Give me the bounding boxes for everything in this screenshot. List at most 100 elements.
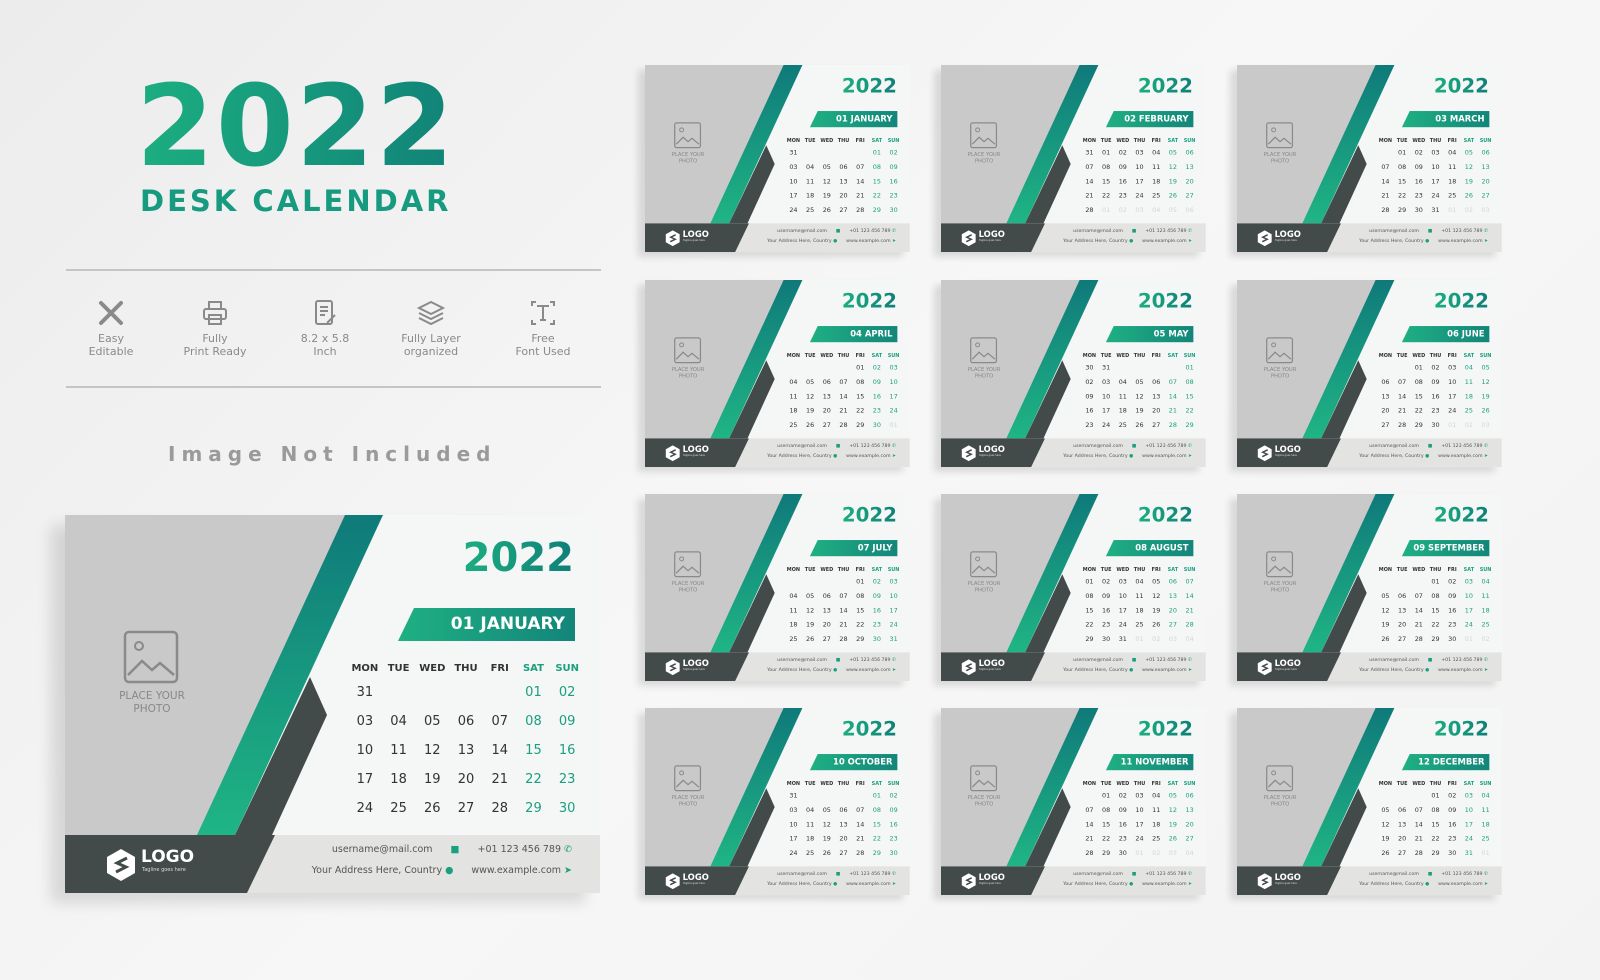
day-cell: 08 bbox=[856, 378, 865, 386]
day-cell: 02 bbox=[889, 149, 898, 157]
weekday-label: TUE bbox=[1396, 781, 1408, 787]
month-grid: MON TUE WED THU FRI SAT SUN 01 02 03 04 05 06 07 08 09 1… bbox=[1377, 779, 1494, 861]
week-row: 23 24 25 26 27 28 29 bbox=[1081, 418, 1198, 432]
week-row: 24 25 26 27 28 29 30 bbox=[785, 203, 902, 217]
logo-tagline: Tagline goes here bbox=[979, 668, 1001, 672]
weekday-label: TUE bbox=[1396, 567, 1408, 573]
month-grid: MON TUE WED THU FRI SAT SUN 01 02 03 04 05 06 07 08 09 1… bbox=[1377, 136, 1494, 218]
contact-row-1: username@mail.com ■ +01 123 456 789✆ bbox=[1064, 443, 1192, 448]
calendar-year: 2022 bbox=[1433, 74, 1489, 98]
week-row: 25 26 27 28 29 30 01 bbox=[785, 418, 902, 432]
day-cell: 14 bbox=[1185, 592, 1194, 600]
day-cell: 26 bbox=[806, 421, 815, 429]
weekday-label: FRI bbox=[1447, 781, 1457, 787]
contact-row-2: Your Address Here, Country● www.example.c… bbox=[758, 238, 896, 243]
logo-tagline: Tagline goes here bbox=[979, 882, 1001, 886]
day-cell: 16 bbox=[1118, 177, 1127, 186]
weekday-label: THU bbox=[454, 662, 478, 674]
day-cell: 27 bbox=[1185, 192, 1194, 200]
day-cell: 08 bbox=[856, 592, 865, 600]
day-cell: 05 bbox=[1168, 149, 1177, 157]
day-cell: 02 bbox=[872, 578, 881, 586]
day-cell: 21 bbox=[1414, 835, 1423, 843]
day-cell: 10 bbox=[1135, 806, 1144, 814]
phone-text: +01 123 456 789 bbox=[849, 656, 891, 663]
day-cell: 25 bbox=[806, 849, 815, 857]
weekday-label: WED bbox=[820, 138, 834, 144]
month-grid: MON TUE WED THU FRI SAT SUN 01 02 03 04 05 06 07 08 09 1… bbox=[1081, 779, 1198, 861]
email-text: username@mail.com bbox=[1073, 442, 1123, 449]
calendar-year: 2022 bbox=[1137, 74, 1193, 98]
day-cell: 31 bbox=[789, 792, 798, 800]
weekday-label: MON bbox=[1082, 567, 1097, 573]
day-cell: 06 bbox=[1381, 378, 1390, 386]
week-row: 01 02 03 bbox=[785, 575, 902, 589]
day-cell: 06 bbox=[457, 714, 475, 729]
weekday-label: SAT bbox=[1463, 353, 1475, 359]
weekday-label: SUN bbox=[887, 353, 900, 359]
day-cell: 29 bbox=[856, 635, 865, 643]
week-row: 21 22 23 24 25 26 27 bbox=[1081, 832, 1198, 846]
calendar-year: 2022 bbox=[1433, 289, 1489, 313]
calendar-year: 2022 bbox=[841, 717, 897, 741]
day-cell: 12 bbox=[822, 177, 831, 186]
day-cell: 12 bbox=[424, 743, 441, 758]
weekday-label: TUE bbox=[1396, 138, 1408, 144]
feature-label: Editable bbox=[88, 345, 134, 358]
day-cell: 15 bbox=[856, 392, 865, 401]
day-cell: 17 bbox=[1135, 820, 1144, 829]
day-cell: 07 bbox=[856, 163, 865, 171]
email-icon: ■ bbox=[1131, 656, 1137, 663]
website-text: www.example.com bbox=[1142, 238, 1187, 244]
week-row: 03 04 05 06 07 08 09 bbox=[348, 707, 584, 736]
weekday-label: WED bbox=[1412, 567, 1426, 573]
send-icon: ➤ bbox=[1188, 453, 1192, 459]
day-cell: 04 bbox=[1464, 364, 1473, 372]
day-cell: 28 bbox=[1085, 206, 1094, 214]
weekday-label: FRI bbox=[855, 781, 865, 787]
photo-area bbox=[645, 494, 789, 653]
photo-area bbox=[941, 708, 1085, 867]
day-cell: 06 bbox=[1152, 378, 1161, 386]
day-cell: 03 bbox=[1464, 792, 1473, 800]
logo-tagline: Tagline goes here bbox=[683, 239, 705, 243]
feature-label: Print Ready bbox=[183, 345, 247, 358]
feature-size: 8.2 x 5.8 Inch bbox=[275, 298, 375, 358]
day-cell: 23 bbox=[1118, 192, 1127, 200]
phone-icon: ✆ bbox=[892, 227, 896, 234]
week-row: 12 13 14 15 16 17 18 bbox=[1377, 817, 1494, 831]
send-icon: ➤ bbox=[1188, 881, 1192, 887]
address-text: Your Address Here, Country bbox=[1359, 667, 1424, 673]
day-cell: 02 bbox=[1464, 206, 1473, 214]
day-cell: 07 bbox=[1085, 806, 1094, 814]
logo-text: LOGO bbox=[141, 847, 195, 867]
location-pin-icon: ● bbox=[1425, 238, 1430, 244]
send-icon: ➤ bbox=[1188, 667, 1192, 673]
day-cell: 30 bbox=[1431, 421, 1440, 429]
month-banner: 10 OCTOBER bbox=[809, 754, 898, 771]
phone-icon: ✆ bbox=[1188, 442, 1192, 449]
day-cell: 19 bbox=[1381, 621, 1390, 629]
month-grid: MON TUE WED THU FRI SAT SUN 30 31 01 02 03 04 05 06 07 0… bbox=[1081, 351, 1198, 433]
month-banner: 11 NOVEMBER bbox=[1105, 754, 1194, 771]
day-cell: 21 bbox=[839, 407, 848, 415]
day-cell: 13 bbox=[839, 177, 848, 186]
day-cell: 04 bbox=[390, 714, 407, 729]
email-text: username@mail.com bbox=[777, 870, 827, 877]
week-row: 30 31 01 bbox=[1081, 361, 1198, 375]
day-cell: 22 bbox=[1398, 192, 1407, 200]
photo-area bbox=[645, 65, 789, 224]
day-cell: 06 bbox=[1481, 149, 1490, 157]
weekday-label: THU bbox=[837, 138, 850, 144]
day-cell: 13 bbox=[1481, 163, 1490, 171]
weekday-label: MON bbox=[1378, 781, 1393, 787]
logo-tagline: Tagline goes here bbox=[1275, 882, 1297, 886]
month-banner: 06 JUNE bbox=[1401, 326, 1490, 343]
day-cell: 20 bbox=[839, 192, 848, 200]
day-cell: 01 bbox=[1185, 364, 1194, 372]
day-cell: 09 bbox=[1448, 592, 1457, 600]
weekday-label: MON bbox=[1378, 567, 1393, 573]
weekday-label: SUN bbox=[1479, 353, 1492, 359]
feature-font: Free Font Used bbox=[493, 298, 593, 358]
logo: LOGO Tagline goes here bbox=[665, 872, 709, 885]
